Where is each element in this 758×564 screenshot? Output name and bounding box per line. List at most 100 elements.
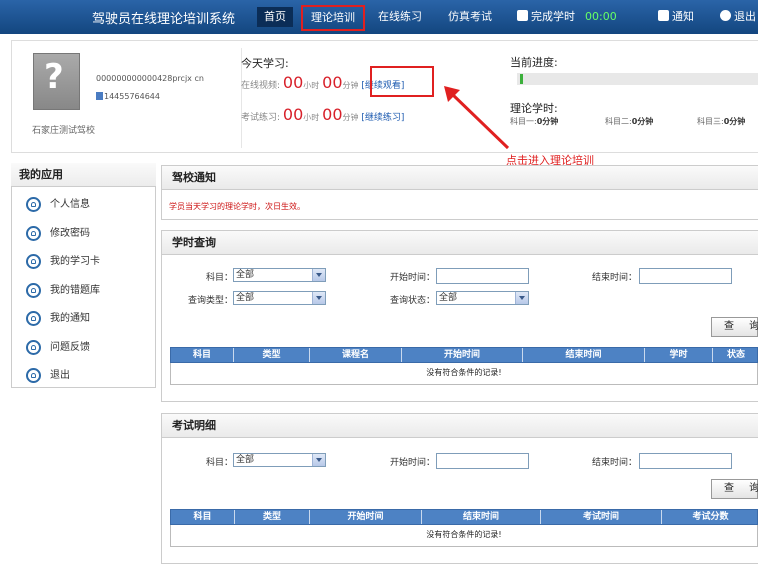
headset-icon (26, 225, 41, 241)
annotation-arrow (444, 86, 510, 150)
exam-table-empty-row: 没有符合条件的记录! (170, 525, 758, 547)
minutes-unit: 分钟 (342, 81, 359, 90)
sidebar-item-study-card[interactable]: 我的学习卡 (26, 253, 100, 271)
start-time-input[interactable] (436, 268, 529, 284)
nav-notice[interactable]: 通知 (658, 7, 694, 27)
completed-hours-value: 00:00 (585, 10, 617, 23)
hours-unit: 小时 (303, 81, 320, 90)
mail-icon (658, 10, 669, 21)
school-name: 石家庄测试驾校 (32, 126, 96, 136)
exam-end-time-label: 结束时间： (592, 458, 638, 468)
user-phone-number: 14455764644 (104, 92, 160, 101)
practice-minutes: 00 (322, 105, 343, 124)
chevron-down-icon (515, 292, 528, 304)
question-mark-icon: ? (44, 57, 64, 97)
user-phone: 14455764644 (96, 92, 160, 101)
hours-table-header: 科目 类型 课程名 开始时间 结束时间 学时 状态 (170, 347, 758, 363)
column-header[interactable]: 考试时间 (541, 510, 662, 524)
school-notice-title: 驾校通知 (161, 165, 758, 190)
progress-bar (517, 73, 758, 85)
exam-end-time-input[interactable] (639, 453, 732, 469)
power-icon (720, 10, 731, 21)
continue-practice-link[interactable]: [继续练习] (361, 113, 404, 123)
exam-start-time-input[interactable] (436, 453, 529, 469)
column-header[interactable]: 状态 (713, 348, 758, 362)
column-header[interactable]: 类型 (235, 510, 310, 524)
exam-subject-label: 科目： (206, 458, 234, 468)
column-header[interactable]: 结束时间 (523, 348, 645, 362)
hours-table-empty-row: 没有符合条件的记录! (170, 363, 758, 385)
calendar-icon (517, 10, 528, 21)
nav-exit-label: 退出 (734, 10, 756, 23)
nav-online-practice[interactable]: 在线练习 (378, 7, 422, 27)
sidebar-title: 我的应用 (11, 163, 156, 187)
chevron-down-icon (312, 454, 325, 466)
hours-query-button[interactable]: 查 询 (711, 317, 758, 337)
school-notice-text: 学员当天学习的理论学时，次日生效。 (169, 202, 305, 211)
user-id: 000000000000428prcjx cn (96, 74, 204, 83)
nav-exit[interactable]: 退出 (720, 7, 756, 27)
query-status-label: 查询状态： (390, 296, 436, 306)
sidebar-item-password[interactable]: 修改密码 (26, 225, 90, 243)
highlight-box (370, 66, 434, 97)
sidebar-item-exit[interactable]: 退出 (26, 367, 70, 385)
end-time-input[interactable] (639, 268, 732, 284)
subject-label: 科目： (206, 273, 234, 283)
practice-label: 考试练习: (241, 113, 281, 123)
exam-detail-title: 考试明细 (161, 413, 758, 438)
column-header[interactable]: 学时 (645, 348, 713, 362)
sidebar-item-profile[interactable]: 个人信息 (26, 196, 90, 214)
start-time-label: 开始时间： (390, 273, 436, 283)
column-header[interactable]: 类型 (234, 348, 310, 362)
chevron-down-icon (312, 292, 325, 304)
app-title: 驾驶员在线理论培训系统 (92, 12, 236, 27)
phone-icon (96, 92, 103, 100)
exam-query-button[interactable]: 查 询 (711, 479, 758, 499)
completed-hours: 完成学时 00:00 (517, 7, 617, 27)
nav-theory-training[interactable]: 理论培训 (301, 5, 365, 31)
minutes-unit: 分钟 (342, 113, 359, 122)
exam-table-header: 科目 类型 开始时间 结束时间 考试时间 考试分数 (170, 509, 758, 525)
headset-icon (26, 196, 41, 212)
column-header[interactable]: 科目 (171, 348, 234, 362)
nav-mock-exam[interactable]: 仿真考试 (448, 7, 492, 27)
sidebar-item-feedback[interactable]: 问题反馈 (26, 339, 90, 357)
headset-icon (26, 339, 41, 355)
chevron-down-icon (312, 269, 325, 281)
practice-hours: 00 (282, 105, 304, 124)
headset-icon (26, 310, 41, 326)
column-header[interactable]: 课程名 (310, 348, 402, 362)
subject-three-hours: 科目三:0分钟 (697, 117, 746, 126)
column-header[interactable]: 结束时间 (422, 510, 541, 524)
completed-hours-label: 完成学时 (531, 10, 575, 23)
hours-unit: 小时 (303, 113, 320, 122)
query-type-select[interactable]: 全部 (233, 291, 326, 305)
hours-query-title: 学时查询 (161, 230, 758, 255)
avatar: ? (33, 53, 80, 110)
headset-icon (26, 282, 41, 298)
progress-bar-fill (520, 74, 523, 84)
practice-study-row: 考试练习: 00小时 00分钟 [继续练习] (241, 105, 404, 124)
query-type-label: 查询类型： (188, 296, 234, 306)
query-status-select[interactable]: 全部 (436, 291, 529, 305)
column-header[interactable]: 开始时间 (402, 348, 523, 362)
exam-subject-select[interactable]: 全部 (233, 453, 326, 467)
headset-icon (26, 367, 41, 383)
progress-title: 当前进度: (510, 56, 558, 69)
column-header[interactable]: 开始时间 (310, 510, 422, 524)
exam-start-time-label: 开始时间： (390, 458, 436, 468)
sidebar-item-wrong-questions[interactable]: 我的错题库 (26, 282, 100, 300)
sidebar-item-notices[interactable]: 我的通知 (26, 310, 90, 328)
video-label: 在线视频: (241, 81, 281, 91)
subject-two-hours: 科目二:0分钟 (605, 117, 654, 126)
headset-icon (26, 253, 41, 269)
nav-home[interactable]: 首页 (257, 7, 293, 27)
column-header[interactable]: 科目 (171, 510, 235, 524)
today-study-title: 今天学习: (241, 57, 289, 70)
video-hours: 00 (282, 73, 304, 92)
video-minutes: 00 (322, 73, 343, 92)
nav-notice-label: 通知 (672, 10, 694, 23)
column-header[interactable]: 考试分数 (662, 510, 758, 524)
end-time-label: 结束时间： (592, 273, 638, 283)
subject-select[interactable]: 全部 (233, 268, 326, 282)
